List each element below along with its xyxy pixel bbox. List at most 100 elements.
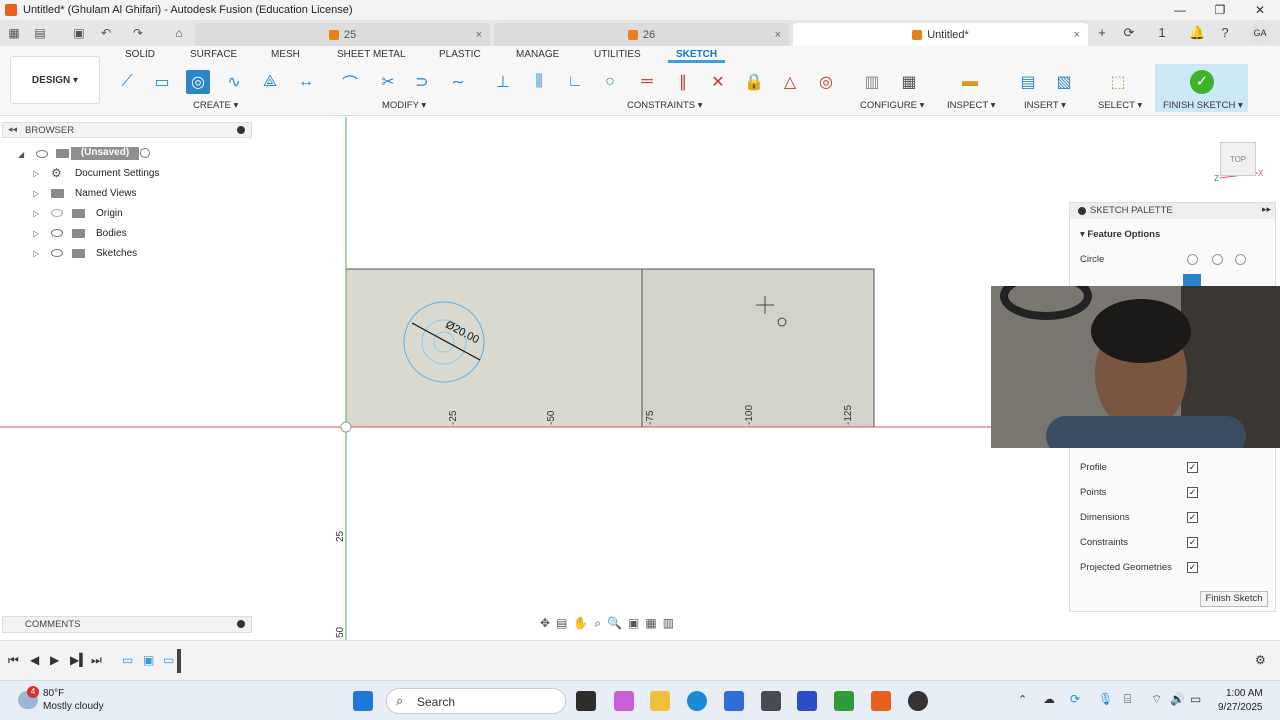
minimize-button[interactable]: —	[1160, 0, 1200, 20]
finish-sketch-button[interactable]: Finish Sketch	[1200, 591, 1268, 607]
tangent-tool-icon[interactable]: ○	[598, 70, 622, 94]
checkmark-icon[interactable]: ✓	[1190, 70, 1214, 94]
visibility-eye-icon[interactable]	[51, 229, 63, 237]
home-icon[interactable]: ⌂	[172, 26, 186, 40]
tab-sketch[interactable]: SKETCH	[667, 49, 726, 63]
horizontal-vertical-tool-icon[interactable]: ✕	[706, 70, 730, 94]
origin-point[interactable]	[340, 421, 352, 433]
insert-group-dropdown[interactable]: INSERT ▾	[1024, 100, 1066, 111]
timeline-marker[interactable]	[177, 649, 181, 673]
configure-tool-icon[interactable]: ▥	[860, 70, 884, 94]
fillet-tool-icon[interactable]: ⌒	[338, 70, 362, 94]
fix-tool-icon[interactable]: 🔒	[742, 70, 766, 94]
tree-item-bodies[interactable]: Bodies	[96, 228, 127, 239]
perpendicular-tool-icon[interactable]: ∟	[563, 70, 587, 94]
feature-options-heading[interactable]: ▾ Feature Options	[1080, 229, 1160, 240]
visibility-eye-icon[interactable]	[51, 209, 63, 217]
tab-solid[interactable]: SOLID	[125, 49, 155, 60]
table-tool-icon[interactable]: ▦	[897, 70, 921, 94]
tab-document-untitled[interactable]: Untitled* ×	[793, 23, 1088, 46]
center-diameter-circle-icon[interactable]	[1187, 254, 1198, 265]
equal-tool-icon[interactable]: ═	[635, 70, 659, 94]
expand-arrow-icon[interactable]: ▷	[33, 169, 39, 178]
visibility-eye-icon[interactable]	[36, 150, 48, 158]
save-icon[interactable]: ▣	[72, 26, 86, 40]
active-component-icon[interactable]	[140, 148, 150, 158]
show-hidden-icons-chevron[interactable]: ⌃	[1018, 693, 1027, 706]
maximize-button[interactable]: ❐	[1200, 0, 1240, 20]
cloud-icon[interactable]: ☁	[1043, 692, 1055, 706]
sketch-profile-right[interactable]	[641, 268, 875, 428]
tab-mesh[interactable]: MESH	[271, 49, 300, 60]
inspect-group-dropdown[interactable]: INSPECT ▾	[947, 100, 995, 111]
battery-icon[interactable]: ▭	[1190, 692, 1201, 706]
clock-time[interactable]: 1:00 AM	[1226, 688, 1263, 699]
tree-item-named-views[interactable]: Named Views	[75, 188, 137, 199]
line-tool-icon[interactable]: ⟋	[115, 70, 139, 94]
sketch-profile-left[interactable]	[345, 268, 643, 428]
app-grid-icon[interactable]: ▦	[7, 26, 21, 40]
microphone-icon[interactable]: 🎙	[1098, 692, 1113, 706]
zoom-icon[interactable]: ⌕	[594, 616, 601, 631]
copilot-icon[interactable]	[614, 691, 634, 711]
tab-document-25[interactable]: 25 ×	[195, 23, 490, 46]
tab-surface[interactable]: SURFACE	[190, 49, 237, 60]
timeline-feature-extrude-icon[interactable]: ▣	[143, 653, 154, 667]
sync-icon[interactable]: ⟳	[1070, 692, 1080, 706]
close-tab-icon[interactable]: ×	[1074, 29, 1080, 41]
add-comment-icon[interactable]	[237, 620, 245, 628]
view-cube[interactable]: TOP	[1220, 142, 1256, 176]
palette-pin-icon[interactable]	[1078, 207, 1086, 215]
trim-tool-icon[interactable]: ✂	[376, 70, 400, 94]
expand-arrow-icon[interactable]: ▷	[33, 229, 39, 238]
timeline-feature-sketch-icon[interactable]: ▭	[122, 653, 133, 667]
close-tab-icon[interactable]: ×	[476, 29, 482, 41]
next-frame-icon[interactable]: ▶▍	[70, 653, 88, 667]
fusion-taskbar-icon[interactable]	[871, 691, 891, 711]
blender-like-app-icon[interactable]	[761, 691, 781, 711]
pan-icon[interactable]: ✋	[573, 616, 588, 630]
bluetooth-device-icon[interactable]: ⌸	[1124, 692, 1131, 707]
collapse-icon[interactable]: ◂◂	[8, 124, 17, 135]
constraints-group-dropdown[interactable]: CONSTRAINTS ▾	[627, 100, 703, 111]
sketch-palette-header[interactable]: SKETCH PALETTE ▸▸	[1070, 203, 1275, 219]
look-at-icon[interactable]: ▤	[556, 616, 567, 630]
expand-arrow-icon[interactable]: ◢	[18, 150, 24, 159]
tree-item-sketches[interactable]: Sketches	[96, 248, 137, 259]
expand-arrow-icon[interactable]: ▷	[33, 189, 39, 198]
last-frame-icon[interactable]: ⏭	[91, 653, 102, 668]
help-icon[interactable]: ?	[1217, 25, 1233, 41]
windows-start-icon[interactable]	[353, 691, 373, 711]
option-projected-geometries-checkbox[interactable]: ✓	[1187, 562, 1198, 573]
insert-derive-tool-icon[interactable]: ▤	[1016, 70, 1040, 94]
three-point-circle-icon[interactable]	[1235, 254, 1246, 265]
concentric-tool-icon[interactable]: ◎	[814, 70, 838, 94]
parallel-tool-icon[interactable]: ∥	[671, 70, 695, 94]
undo-icon[interactable]: ↶	[99, 26, 113, 40]
tab-utilities[interactable]: UTILITIES	[594, 49, 641, 60]
timeline-feature-sketch-icon[interactable]: ▭	[163, 653, 174, 667]
configure-group-dropdown[interactable]: CONFIGURE ▾	[860, 100, 924, 111]
expand-palette-icon[interactable]: ▸▸	[1262, 204, 1271, 215]
close-window-button[interactable]: ✕	[1240, 0, 1280, 20]
mirror-tool-icon[interactable]: ⟁	[258, 70, 282, 94]
collinear-tool-icon[interactable]: ⫼	[527, 70, 551, 94]
insert-image-tool-icon[interactable]: ▧	[1052, 70, 1076, 94]
user-avatar[interactable]: GA	[1250, 23, 1270, 43]
redo-icon[interactable]: ↷	[131, 26, 145, 40]
two-point-circle-icon[interactable]	[1212, 254, 1223, 265]
orbit-icon[interactable]: ✥	[540, 616, 550, 630]
bell-icon[interactable]: 🔔	[1189, 25, 1205, 41]
select-group-dropdown[interactable]: SELECT ▾	[1098, 100, 1142, 111]
refresh-icon[interactable]: ⟳	[1121, 25, 1137, 41]
option-dimensions-checkbox[interactable]: ✓	[1187, 512, 1198, 523]
symmetry-tool-icon[interactable]: △	[778, 70, 802, 94]
spline-tool-icon[interactable]: ∿	[222, 70, 246, 94]
tree-item-document-settings[interactable]: Document Settings	[75, 168, 160, 179]
expand-arrow-icon[interactable]: ▷	[33, 249, 39, 258]
weather-description[interactable]: Mostly cloudy	[43, 701, 104, 712]
workspace-design-dropdown[interactable]: DESIGN ▾	[10, 56, 100, 104]
finish-sketch-dropdown[interactable]: FINISH SKETCH ▾	[1163, 100, 1243, 111]
extend-tool-icon[interactable]: ∼	[446, 70, 470, 94]
option-constraints-checkbox[interactable]: ✓	[1187, 537, 1198, 548]
